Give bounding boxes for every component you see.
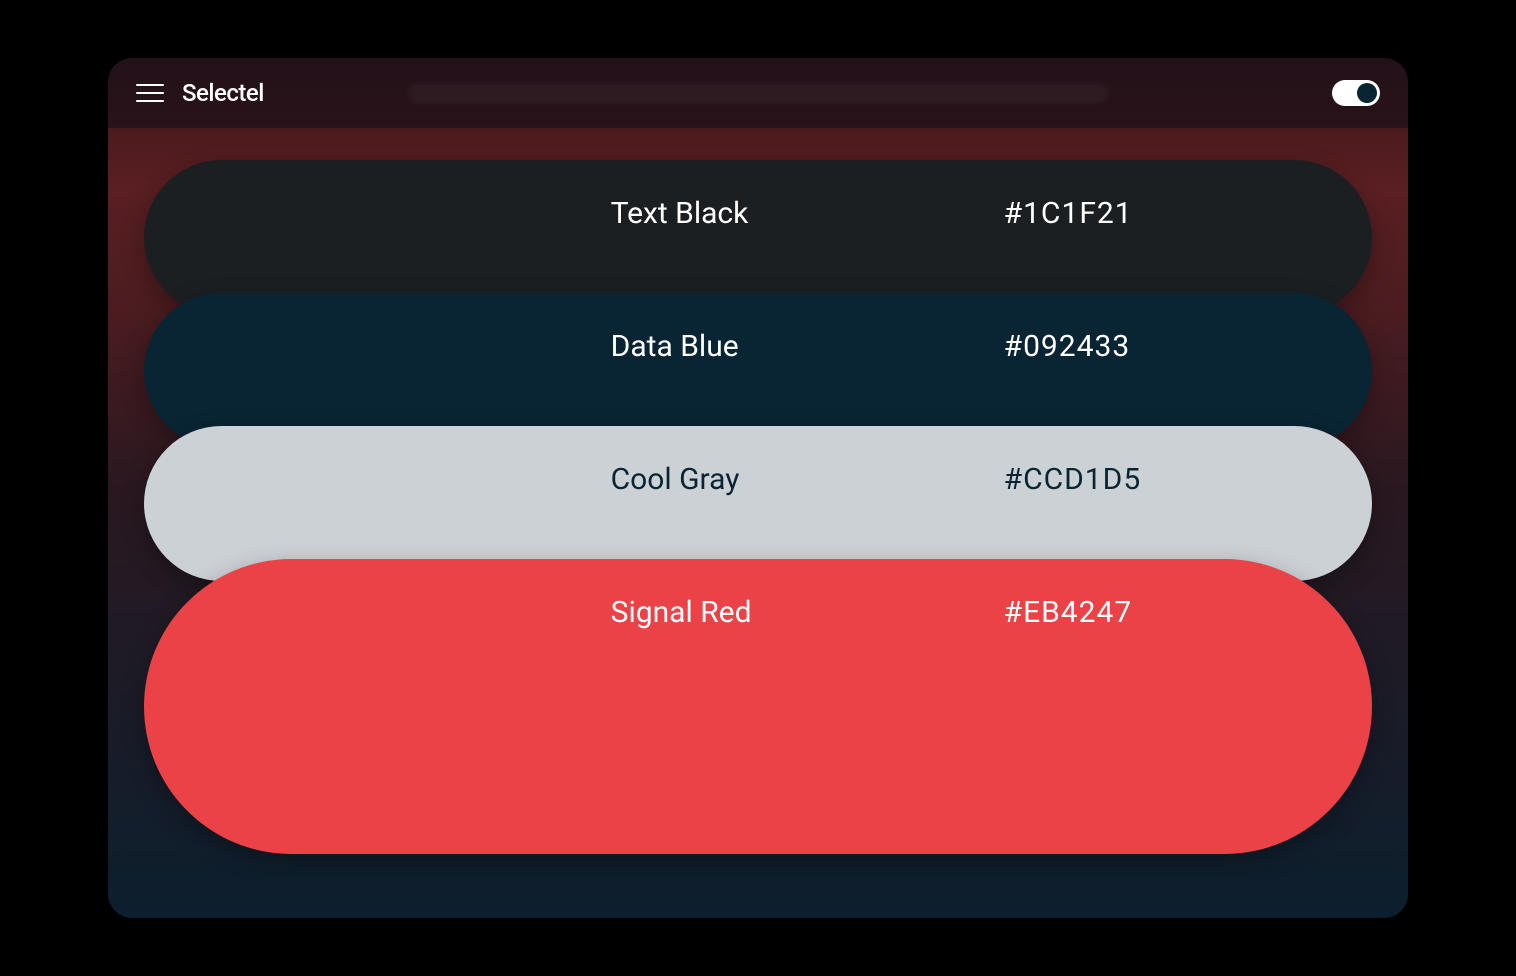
color-pill-cool-gray[interactable]: Cool Gray #CCD1D5 — [144, 426, 1372, 581]
color-name: Data Blue — [611, 329, 739, 364]
brand-label: Selectel — [182, 79, 264, 107]
header: Selectel — [108, 58, 1408, 128]
content: Text Black #1C1F21 Data Blue #092433 Coo… — [108, 128, 1408, 874]
color-pill-text-black[interactable]: Text Black #1C1F21 — [144, 160, 1372, 315]
color-stack: Text Black #1C1F21 Data Blue #092433 Coo… — [144, 160, 1372, 854]
app-window: Selectel Text Black #1C1F21 Data Blue #0… — [108, 58, 1408, 918]
color-name: Text Black — [611, 196, 749, 231]
header-blurred-text — [408, 83, 1108, 103]
theme-toggle[interactable] — [1332, 80, 1380, 106]
color-hex: #092433 — [1004, 329, 1131, 364]
menu-icon[interactable] — [136, 84, 164, 102]
color-hex: #EB4247 — [1004, 595, 1133, 630]
color-name: Cool Gray — [611, 462, 740, 497]
toggle-knob — [1357, 83, 1377, 103]
color-pill-data-blue[interactable]: Data Blue #092433 — [144, 293, 1372, 448]
header-left: Selectel — [136, 79, 264, 107]
color-pill-signal-red[interactable]: Signal Red #EB4247 — [144, 559, 1372, 854]
color-name: Signal Red — [611, 595, 752, 630]
color-hex: #CCD1D5 — [1004, 462, 1142, 497]
color-hex: #1C1F21 — [1004, 196, 1133, 231]
